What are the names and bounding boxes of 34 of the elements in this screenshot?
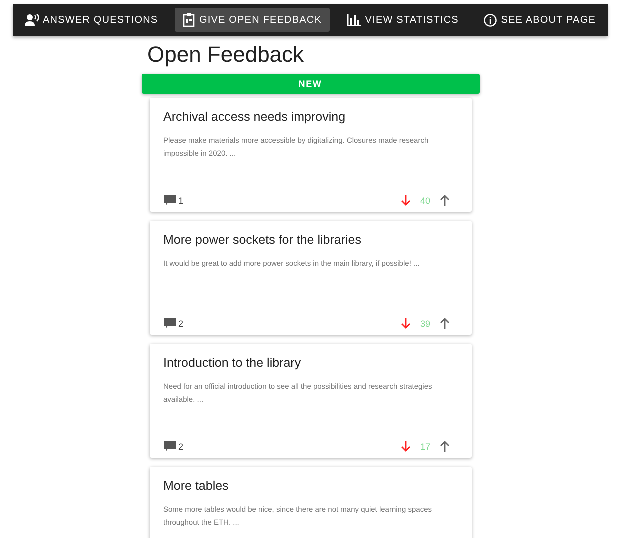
downvote-button[interactable] [401,441,412,452]
arrow-up-icon [440,318,450,329]
nav-tab[interactable]: ANSWER QUESTIONS [17,9,166,31]
downvote-button[interactable] [401,318,412,329]
arrow-down-icon [401,195,412,206]
card-title: Introduction to the library [164,356,302,370]
bar-chart-icon [347,14,362,26]
person-speaking-icon [25,14,39,26]
clipboard-icon [183,13,196,27]
comment-icon [164,441,176,452]
upvote-button[interactable] [440,195,450,206]
comment-count: 2 [178,442,184,452]
comment-icon [164,318,176,329]
card-title: More power sockets for the libraries [164,233,362,247]
vote-count: 39 [420,318,430,328]
downvote-button[interactable] [401,195,412,206]
card-title: More tables [164,479,230,493]
nav-tab[interactable]: VIEW STATISTICS [339,9,467,31]
vote-count: 17 [420,442,430,452]
arrow-up-icon [440,195,450,206]
comment-count: 1 [178,196,184,206]
comment-icon [164,195,176,206]
comment-count: 2 [178,318,184,328]
arrow-up-icon [440,441,450,452]
arrow-down-icon [401,318,412,329]
info-icon [484,14,498,26]
arrow-down-icon [401,441,412,452]
upvote-button[interactable] [440,318,450,329]
nav-tab[interactable]: GIVE OPEN FEEDBACK [175,8,330,32]
vote-count: 40 [420,196,430,206]
nav-tab[interactable]: SEE ABOUT PAGE [476,8,604,32]
page-title: Open Feedback [148,42,306,68]
upvote-button[interactable] [440,441,450,452]
card-title: Archival access needs improving [164,110,347,124]
